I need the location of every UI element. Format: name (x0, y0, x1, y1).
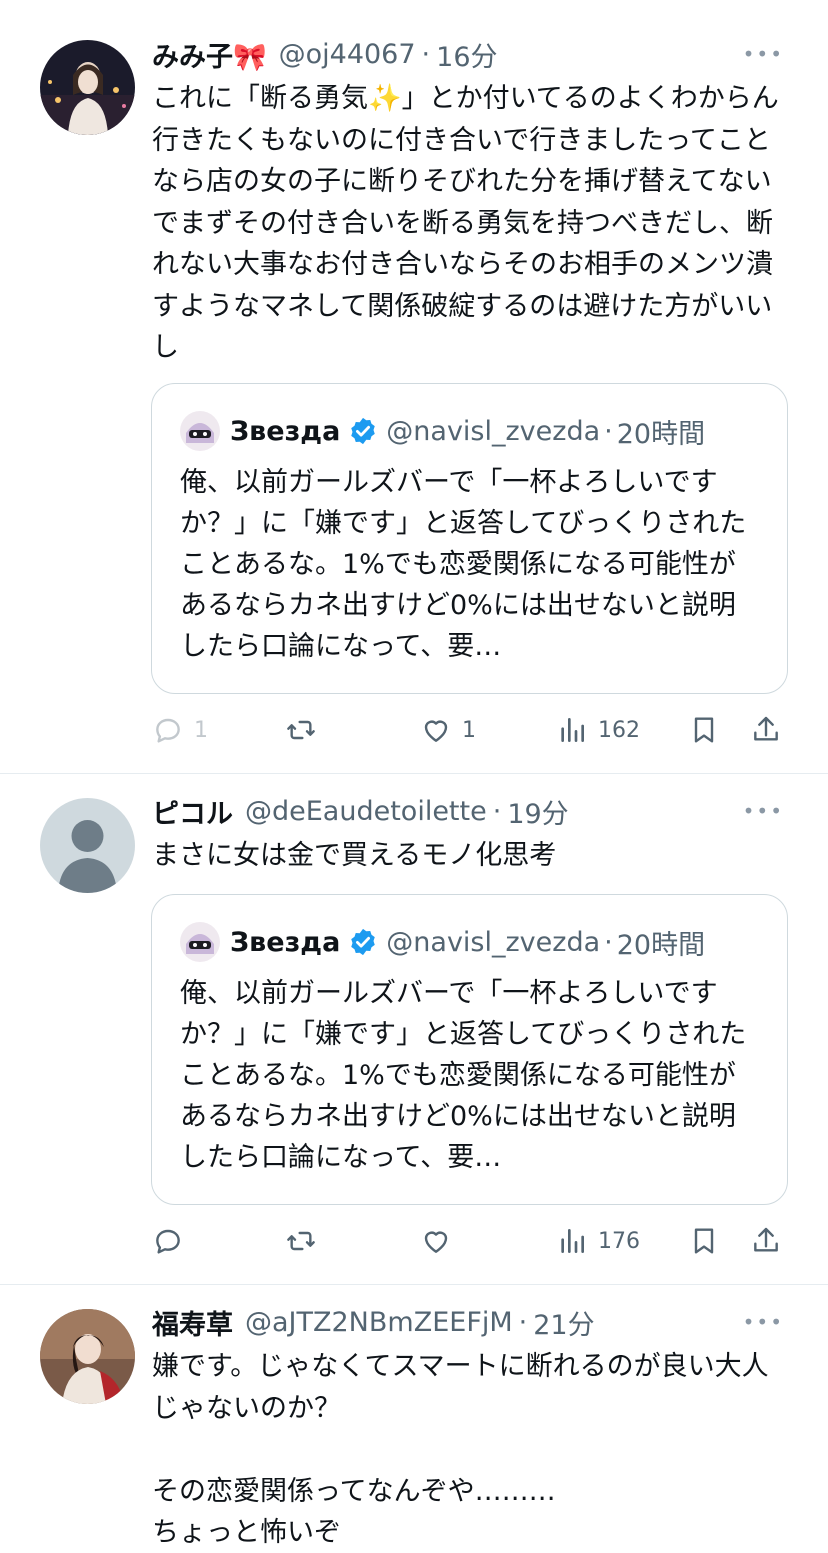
tweet-header: みみ子🎀 @oj44067 · 16分 (152, 34, 788, 74)
share-icon (754, 716, 778, 741)
retweet-icon (287, 720, 315, 740)
tweet-header: ピコル @deEaudetoilette · 19分 (152, 791, 788, 831)
more-options-icon[interactable]: ••• (743, 42, 784, 66)
tweet-header: 福寿草 @aJTZ2NBmZEEFjM · 21分 (152, 1302, 788, 1342)
quoted-user-handle: @navisl_zvezda (386, 926, 601, 958)
verified-badge-icon (351, 928, 376, 956)
share-button[interactable] (750, 1219, 782, 1263)
view-count: 176 (598, 1228, 640, 1254)
reply-icon (156, 718, 180, 743)
reply-button[interactable]: 1 (152, 708, 208, 752)
quoted-tweet-text: 俺、以前ガールズバーで「一杯よろしいですか？」に「嫌です」と返答してびっくりされ… (180, 978, 747, 1173)
quoted-timestamp: 20時間 (616, 418, 706, 450)
retweet-button[interactable] (285, 1219, 317, 1263)
timestamp[interactable]: 16分 (436, 35, 497, 74)
tweet-text: 嫌です。じゃなくてスマートに断れるのが良い大人じゃないのか？ その恋愛関係ってな… (152, 1351, 769, 1548)
quoted-separator-dot: · (604, 415, 613, 447)
display-name[interactable]: 福寿草 (152, 1303, 233, 1342)
quoted-avatar (180, 411, 220, 451)
quoted-tweet-header: Звезда @navisl_zvezda · 20時間 (180, 410, 705, 452)
like-button[interactable] (420, 1219, 452, 1263)
quoted-tweet[interactable]: Звезда @navisl_zvezda · 20時間 俺、以前ガールズバーで… (151, 383, 788, 694)
tweet-text: これに「断る勇気✨」とか付いてるのよくわからん 行きたくもないのに付き合いで行き… (152, 83, 806, 363)
bookmark-icon (694, 717, 714, 743)
reply-icon (156, 1229, 180, 1254)
more-options-icon[interactable]: ••• (743, 799, 784, 823)
avatar[interactable] (40, 40, 135, 135)
user-handle[interactable]: @oj44067 (279, 39, 416, 70)
quoted-display-name: Звезда (230, 926, 341, 958)
timestamp[interactable]: 19分 (507, 792, 568, 831)
heart-icon (424, 1231, 448, 1253)
tweet-2[interactable]: ピコル @deEaudetoilette · 19分 ••• まさに女は金で買え… (0, 774, 828, 1285)
separator-dot: · (421, 38, 431, 70)
more-options-icon[interactable]: ••• (743, 1310, 784, 1334)
quoted-tweet-header: Звезда @navisl_zvezda · 20時間 (180, 921, 705, 963)
bookmark-button[interactable] (688, 1219, 720, 1263)
views-chart-icon (561, 1229, 584, 1253)
quoted-display-name: Звезда (230, 415, 341, 447)
avatar-default[interactable] (40, 798, 135, 893)
view-count: 162 (598, 717, 640, 743)
share-icon (754, 1227, 778, 1252)
retweet-icon (287, 1231, 315, 1251)
tweet-actions: 1 1 162 (152, 708, 792, 752)
share-button[interactable] (750, 708, 782, 752)
tweet-3[interactable]: 福寿草 @aJTZ2NBmZEEFjM · 21分 ••• 嫌です。じゃなくてス… (0, 1285, 828, 1553)
tweet-actions: 176 (152, 1219, 792, 1263)
separator-dot: · (518, 1306, 528, 1338)
user-handle[interactable]: @deEaudetoilette (245, 796, 487, 827)
timestamp[interactable]: 21分 (533, 1303, 594, 1342)
tweet-text: まさに女は金で買えるモノ化思考 (152, 840, 557, 871)
tweet-1[interactable]: みみ子🎀 @oj44067 · 16分 ••• これに「断る勇気✨」とか付いてる… (0, 0, 828, 774)
retweet-button[interactable] (285, 708, 317, 752)
reply-button[interactable] (152, 1219, 184, 1263)
views-button[interactable]: 162 (556, 708, 640, 752)
display-name[interactable]: みみ子🎀 (152, 35, 267, 74)
like-button[interactable]: 1 (420, 708, 476, 752)
bookmark-button[interactable] (688, 708, 720, 752)
user-handle[interactable]: @aJTZ2NBmZEEFjM (245, 1307, 513, 1338)
quoted-tweet[interactable]: Звезда @navisl_zvezda · 20時間 俺、以前ガールズバーで… (151, 894, 788, 1205)
quoted-avatar (180, 922, 220, 962)
bookmark-icon (694, 1228, 714, 1254)
heart-icon (424, 720, 448, 742)
views-button[interactable]: 176 (556, 1219, 640, 1263)
quoted-separator-dot: · (604, 926, 613, 958)
reply-count: 1 (194, 717, 208, 743)
quoted-user-handle: @navisl_zvezda (386, 415, 601, 447)
separator-dot: · (492, 795, 502, 827)
display-name[interactable]: ピコル (152, 792, 233, 831)
verified-badge-icon (351, 417, 376, 445)
quoted-timestamp: 20時間 (616, 929, 706, 961)
avatar[interactable] (40, 1309, 135, 1404)
quoted-tweet-text: 俺、以前ガールズバーで「一杯よろしいですか？」に「嫌です」と返答してびっくりされ… (180, 467, 747, 662)
views-chart-icon (561, 718, 584, 742)
like-count: 1 (462, 717, 476, 743)
